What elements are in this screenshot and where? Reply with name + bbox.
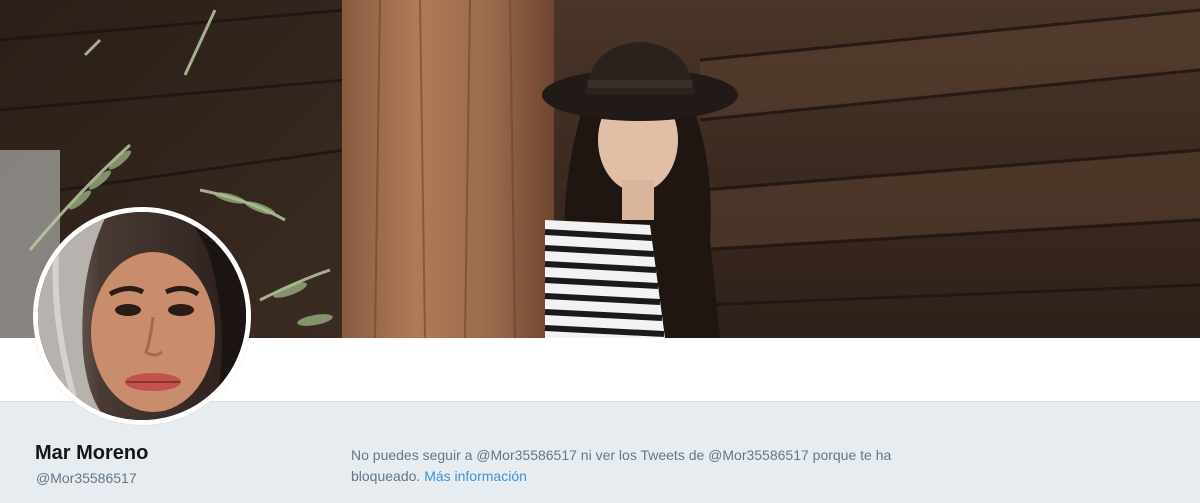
avatar[interactable]: [33, 207, 251, 425]
avatar-photo: [38, 212, 246, 420]
avatar-illustration: [38, 212, 246, 420]
profile-name[interactable]: Mar Moreno: [35, 441, 148, 465]
blocked-notice: No puedes seguir a @Mor35586517 ni ver l…: [351, 445, 951, 487]
profile-handle[interactable]: @Mor35586517: [36, 469, 137, 487]
profile-page: Mar Moreno @Mor35586517 No puedes seguir…: [0, 0, 1200, 503]
more-info-link[interactable]: Más información: [424, 468, 527, 484]
